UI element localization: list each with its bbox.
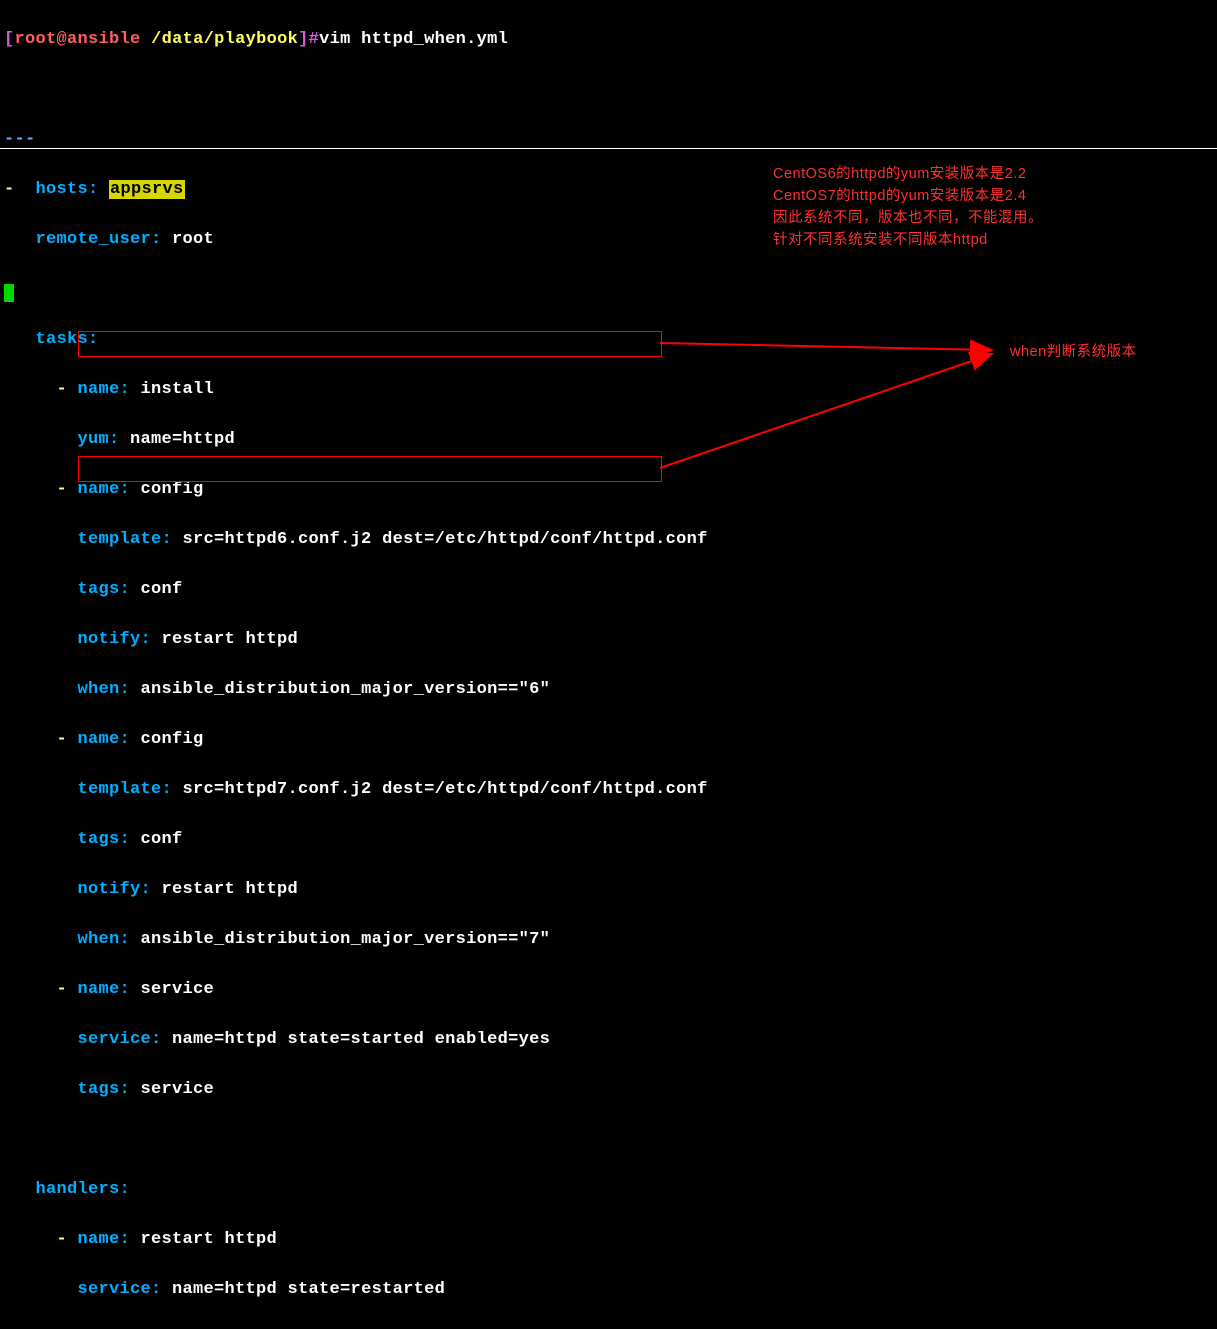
bracket-open: [ [4, 30, 15, 49]
task-config1-when[interactable]: when: ansible_distribution_major_version… [4, 677, 1213, 702]
task-service-name[interactable]: - name: service [4, 977, 1213, 1002]
task-config2-notify[interactable]: notify: restart httpd [4, 877, 1213, 902]
task-config1-name[interactable]: - name: config [4, 477, 1213, 502]
cursor-icon [4, 284, 14, 302]
annotation-versions: CentOS6的httpd的yum安装版本是2.2 CentOS7的httpd的… [773, 163, 1043, 251]
prompt-line: [root@ansible /data/playbook]#vim httpd_… [4, 27, 1213, 52]
task-install-name[interactable]: - name: install [4, 377, 1213, 402]
task-config1-notify[interactable]: notify: restart httpd [4, 627, 1213, 652]
cwd: /data/playbook [151, 30, 298, 49]
handlers-line[interactable]: handlers: [4, 1177, 1213, 1202]
user-host: root@ansible [15, 30, 141, 49]
handler-name[interactable]: - name: restart httpd [4, 1227, 1213, 1252]
command-text[interactable]: vim httpd_when.yml [319, 30, 508, 49]
task-config2-when[interactable]: when: ansible_distribution_major_version… [4, 927, 1213, 952]
task-install-yum[interactable]: yum: name=httpd [4, 427, 1213, 452]
task-config2-tags[interactable]: tags: conf [4, 827, 1213, 852]
task-service-service[interactable]: service: name=httpd state=started enable… [4, 1027, 1213, 1052]
cursor-line [4, 277, 1213, 302]
annotation-when-label: when判断系统版本 [1010, 341, 1137, 363]
task-config2-name[interactable]: - name: config [4, 727, 1213, 752]
bracket-close: ]# [298, 30, 319, 49]
task-config1-template[interactable]: template: src=httpd6.conf.j2 dest=/etc/h… [4, 527, 1213, 552]
separator-line [0, 148, 1217, 149]
handler-service[interactable]: service: name=httpd state=restarted [4, 1277, 1213, 1302]
task-service-tags[interactable]: tags: service [4, 1077, 1213, 1102]
task-config1-tags[interactable]: tags: conf [4, 577, 1213, 602]
task-config2-template[interactable]: template: src=httpd7.conf.j2 dest=/etc/h… [4, 777, 1213, 802]
hosts-value: appsrvs [109, 180, 185, 199]
